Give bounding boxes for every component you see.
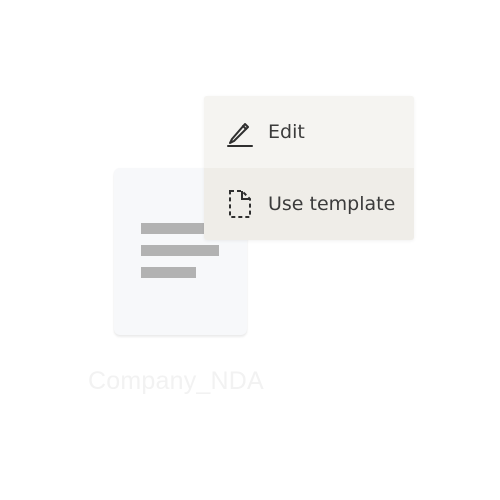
edit-menu-item[interactable]: Edit xyxy=(204,96,414,168)
context-menu: Edit Use template xyxy=(204,96,414,240)
use-template-menu-item[interactable]: Use template xyxy=(204,168,414,240)
document-text-line xyxy=(141,245,219,256)
document-name: Company_NDA xyxy=(88,367,264,395)
document-text-line xyxy=(141,223,205,234)
pencil-icon xyxy=(227,123,253,147)
template-file-icon xyxy=(229,190,251,218)
edit-label: Edit xyxy=(268,121,305,143)
stage: Company_NDA Edit Use template xyxy=(0,0,500,500)
use-template-label: Use template xyxy=(268,193,396,215)
document-text-line xyxy=(141,267,196,278)
